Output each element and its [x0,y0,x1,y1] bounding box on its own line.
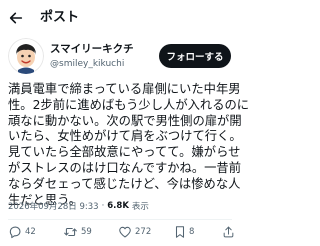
post-text-line: 見ていたら全部故意にやってて。嫌がらせ [8,145,241,160]
meta-separator: · [101,201,105,211]
reply-count: 42 [25,227,36,237]
follow-button[interactable]: フォローする [159,44,231,68]
post-text-line: がストレスのはけ口なんですかね。一昔前 [8,160,242,175]
post-text: 満員電車で締まっている扉側にいた中年男 性。2步前に進めばもう少し人が入れるのに… [8,82,250,208]
action-bar: 42 59 272 8 [0,221,240,243]
bookmark-icon [175,226,185,238]
post-text-line: ならダセェって感じたけど、今は惨めな人 [8,176,241,191]
post-meta: 2026年09月28日 9:33 · 6.8K 表示 [8,199,149,213]
top-bar: ポスト [0,0,240,36]
author-names: スマイリーキクチ @smiley_kikuchi [50,43,134,70]
repost-icon [64,227,77,237]
like-count: 272 [135,227,152,237]
share-icon [223,226,234,238]
avatar-illustration [8,38,44,74]
views-label: 表示 [131,202,149,212]
post-text-line: いたら、女性めがけて肩をぶつけて行く。 [8,129,242,144]
page-title: ポスト [40,10,80,25]
divider [8,219,232,220]
post-author: スマイリーキクチ @smiley_kikuchi フォローする [0,36,240,80]
back-arrow-icon [9,12,23,24]
repost-button[interactable]: 59 [63,224,92,240]
like-button[interactable]: 272 [118,224,151,240]
repost-count: 59 [81,227,92,237]
display-name[interactable]: スマイリーキクチ [50,43,134,56]
post-timestamp[interactable]: 2026年09月28日 9:33 [8,200,99,212]
bookmark-count: 8 [189,227,195,237]
user-handle[interactable]: @smiley_kikuchi [50,58,134,70]
avatar[interactable] [8,38,44,74]
reply-icon [9,226,21,239]
post-text-line: 頑なに動かない。次の駅で男性側の扉が開 [8,113,242,128]
post-text-line: 満員電車で締まっている扉側にいた中年男 [8,82,241,96]
bookmark-button[interactable]: 8 [174,224,194,240]
views-count: 6.8K [107,201,129,211]
back-button[interactable] [7,9,25,27]
reply-button[interactable]: 42 [8,224,36,240]
post-text-line: 性。2步前に進めばもう少し人が入れるのに [8,97,250,112]
share-button[interactable] [222,224,235,240]
heart-icon [119,226,131,238]
